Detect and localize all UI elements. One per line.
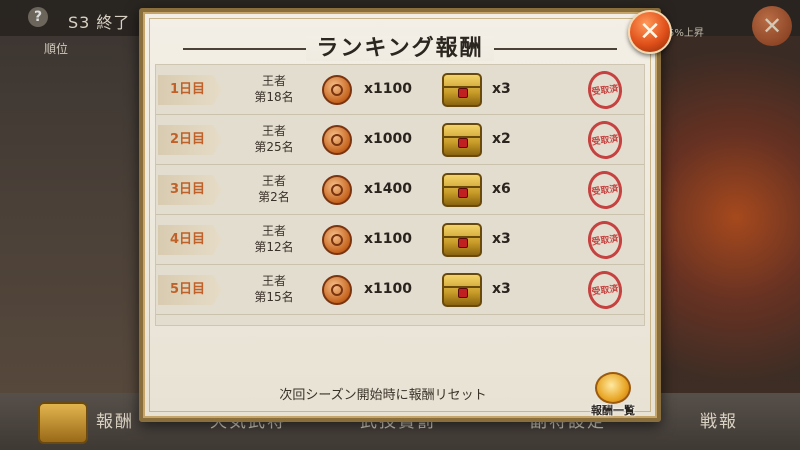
row-divider xyxy=(156,314,644,315)
treasure-chest-icon xyxy=(442,123,482,157)
close-icon[interactable]: ✕ xyxy=(628,10,672,54)
coin-icon xyxy=(322,125,352,155)
chest-quantity: x6 xyxy=(492,181,511,197)
bottom-nav-chest-icon xyxy=(38,402,88,444)
rank-column-header: 順位 xyxy=(44,42,69,56)
rank-info: 王者第2名 xyxy=(234,173,314,205)
ranking-reward-dialog: ランキング報酬 1日目 王者 第18名 x1100 x3 受取済 2日目 王者 第2… xyxy=(139,8,661,422)
coin-quantity: x1100 xyxy=(364,231,412,247)
nav-item-battle-report[interactable]: 戦報 xyxy=(700,407,738,432)
nav-item-reward[interactable]: 報酬 xyxy=(96,407,134,432)
treasure-chest-icon xyxy=(442,223,482,257)
rank-title: 王者 xyxy=(261,124,286,138)
coin-icon xyxy=(322,175,352,205)
reset-notice: 次回シーズン開始時に報酬リセット xyxy=(279,388,487,403)
claimed-stamp-icon: 受取済 xyxy=(585,268,625,312)
chest-quantity: x3 xyxy=(492,231,511,247)
rank-position: 第18名 xyxy=(254,90,294,104)
background-scene-art xyxy=(640,0,800,395)
coin-icon xyxy=(322,75,352,105)
treasure-chest-icon xyxy=(442,173,482,207)
rank-title: 王者 xyxy=(261,274,286,288)
rank-title: 王者 xyxy=(261,74,286,88)
rank-position: 第2名 xyxy=(258,190,290,204)
coin-quantity: x1100 xyxy=(364,281,412,297)
background-stat-text: 5%上昇 xyxy=(668,28,704,39)
chest-quantity: x2 xyxy=(492,131,511,147)
coin-quantity: x1000 xyxy=(364,131,412,147)
rank-title: 王者 xyxy=(261,224,286,238)
rank-title: 王者 xyxy=(261,174,286,188)
dialog-title: ランキング報酬 xyxy=(143,30,657,62)
claimed-stamp-icon: 受取済 xyxy=(585,68,625,112)
rank-position: 第15名 xyxy=(254,290,294,304)
chest-quantity: x3 xyxy=(492,281,511,297)
day-label: 4日目 xyxy=(158,225,222,255)
reward-row: 2日目 王者第25名 x1000 x2 受取済 xyxy=(156,115,644,165)
claimed-stamp-icon: 受取済 xyxy=(585,168,625,212)
coin-quantity: x1100 xyxy=(364,81,412,97)
claimed-stamp-icon: 受取済 xyxy=(585,118,625,162)
rank-info: 王者第12名 xyxy=(234,223,314,255)
reward-row: 3日目 王者第2名 x1400 x6 受取済 xyxy=(156,165,644,215)
day-label: 5日目 xyxy=(158,275,222,305)
reward-row: 1日目 王者第18名 x1100 x3 受取済 xyxy=(156,65,644,115)
help-icon[interactable]: ? xyxy=(28,7,48,27)
chest-quantity: x3 xyxy=(492,81,511,97)
dialog-title-text: ランキング報酬 xyxy=(306,36,494,61)
day-label: 2日目 xyxy=(158,125,222,155)
rank-position: 第25名 xyxy=(254,140,294,154)
reward-list-button[interactable]: 報酬一覧 xyxy=(585,364,641,420)
reward-list: 1日目 王者 第18名 x1100 x3 受取済 2日目 王者 第25名 x1000… xyxy=(155,64,645,326)
rank-info: 王者第25名 xyxy=(234,123,314,155)
coin-icon xyxy=(322,225,352,255)
season-status: S3 終了 xyxy=(68,13,131,32)
day-label: 1日目 xyxy=(158,75,222,105)
reward-bag-icon xyxy=(595,372,631,404)
rank-info: 王者第18名 xyxy=(234,73,314,105)
day-label: 3日目 xyxy=(158,175,222,205)
reward-row: 4日目 王者第12名 x1100 x3 受取済 xyxy=(156,215,644,265)
background-close-icon[interactable]: ✕ xyxy=(752,6,792,46)
claimed-stamp-icon: 受取済 xyxy=(585,218,625,262)
reward-row: 5日目 王者第15名 x1100 x3 受取済 xyxy=(156,265,644,315)
reward-list-label: 報酬一覧 xyxy=(591,404,635,417)
rank-info: 王者第15名 xyxy=(234,273,314,305)
coin-quantity: x1400 xyxy=(364,181,412,197)
coin-icon xyxy=(322,275,352,305)
treasure-chest-icon xyxy=(442,273,482,307)
rank-position: 第12名 xyxy=(254,240,294,254)
treasure-chest-icon xyxy=(442,73,482,107)
